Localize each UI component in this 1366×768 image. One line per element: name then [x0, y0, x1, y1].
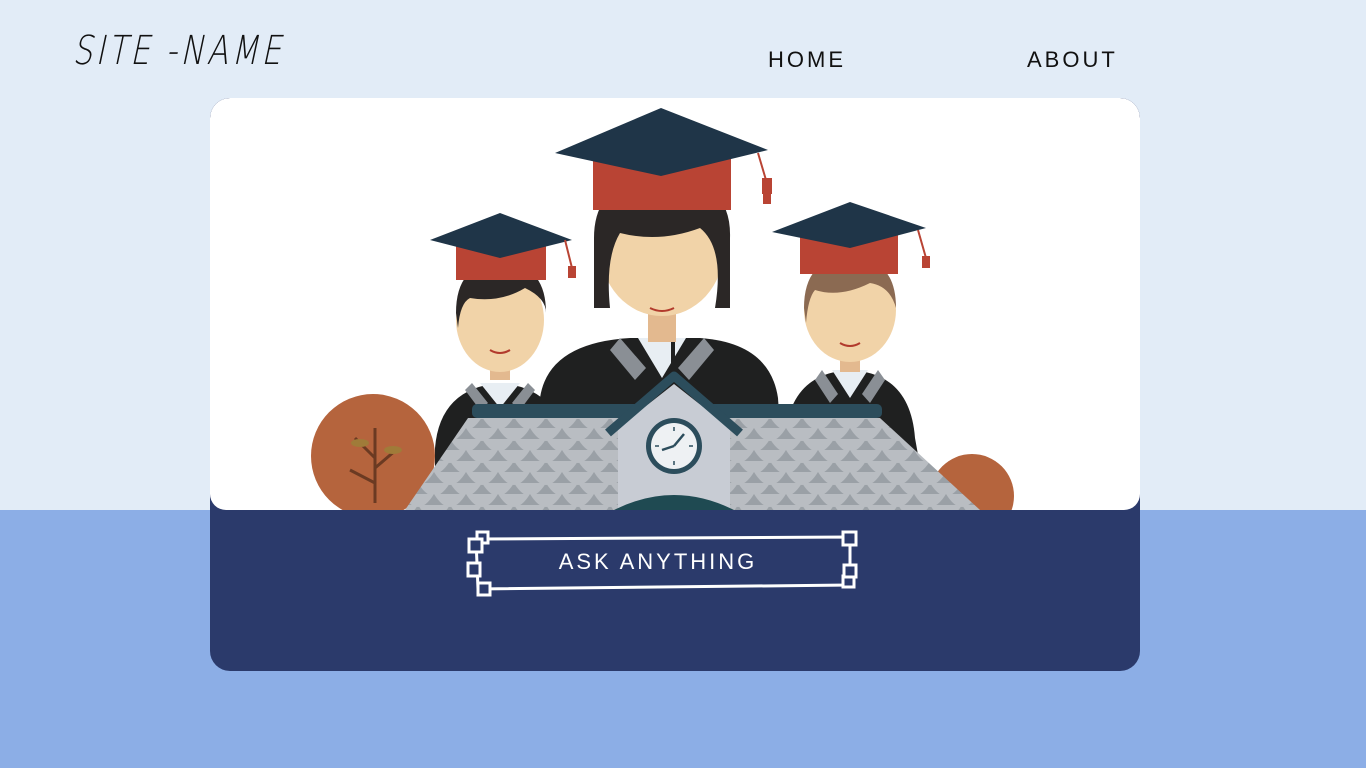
hero-card: ASK ANYTHING [210, 98, 1140, 671]
hero-image [210, 98, 1140, 510]
site-name-logo[interactable]: SITE -NAME [70, 28, 291, 74]
ask-anything-button[interactable]: ASK ANYTHING [458, 523, 858, 599]
nav-home-link[interactable]: HOME [768, 47, 846, 73]
graduates-illustration [311, 108, 1014, 510]
tree-left [311, 394, 435, 510]
ask-anything-label: ASK ANYTHING [558, 549, 758, 574]
nav-about-link[interactable]: ABOUT [1027, 47, 1118, 73]
